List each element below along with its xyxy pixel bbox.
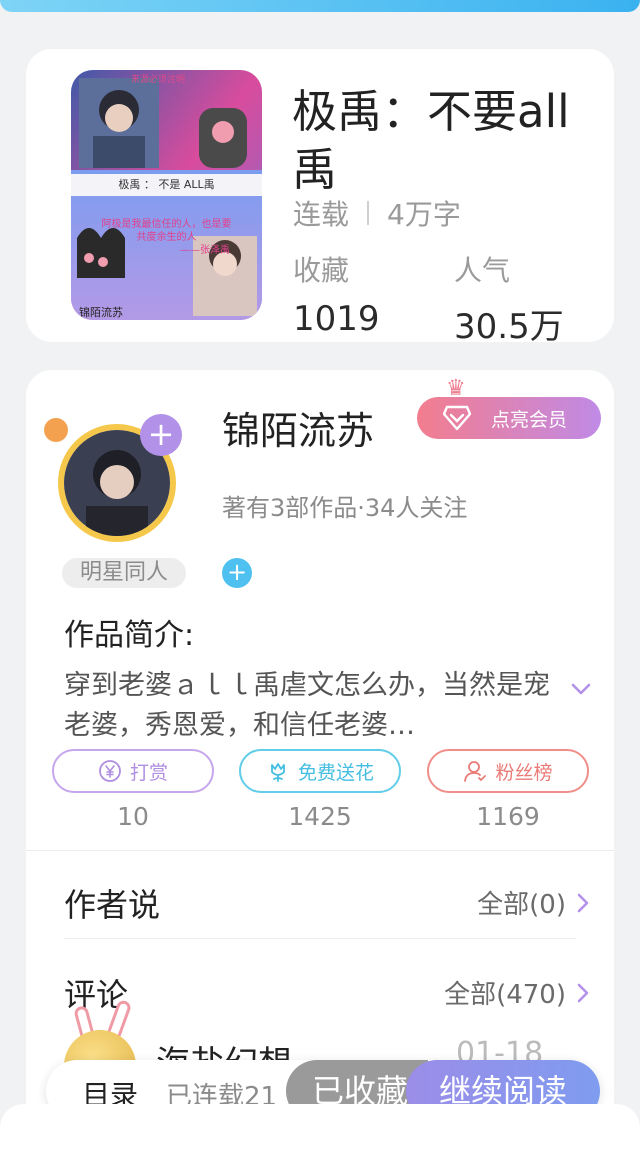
popularity-label: 人气: [454, 254, 511, 287]
fan-ranking-button[interactable]: 粉丝榜: [427, 749, 589, 793]
vip-label: 点亮会员: [491, 408, 568, 431]
cover-footer: 锦陌流苏: [79, 306, 123, 319]
yen-icon: [99, 760, 121, 782]
user-icon: [464, 761, 487, 782]
intro-text[interactable]: 穿到老婆ａｌｌ禹虐文怎么办，当然是宠老婆，秀恩爱，和信任老婆…: [64, 666, 564, 746]
book-cover[interactable]: 来源必须注明 极禹 ： 不是 ALL禹 阿极是我最信任的人，也是要 共度余生的人…: [71, 70, 262, 320]
cover-banner: 极禹 ： 不是 ALL禹: [118, 178, 215, 191]
vip-button[interactable]: 点亮会员: [417, 397, 601, 439]
chevron-right-icon: [577, 983, 589, 1002]
reward-count: 10: [117, 802, 149, 831]
chevron-right-icon: [577, 893, 589, 912]
favorites-label: 收藏: [293, 254, 350, 287]
book-title: 极禹：不要all禹: [292, 85, 570, 196]
author-name[interactable]: 锦陌流苏: [222, 400, 374, 455]
cover-quote-line2: 共度余生的人: [136, 232, 197, 243]
top-strip: [0, 0, 640, 12]
send-flower-label: 免费送花: [297, 761, 374, 784]
diamond-icon: [443, 405, 471, 431]
divider: [64, 938, 576, 939]
bottom-sheet: [0, 1104, 640, 1162]
detail-card: + 锦陌流苏 ♛ 点亮会员 著有3部作品·34人关注 明星同人 + 作品简介: …: [26, 370, 614, 1162]
book-meta: 连载 4万字: [293, 193, 461, 233]
author-meta: 著有3部作品·34人关注: [222, 494, 468, 522]
fan-count: 1169: [476, 802, 540, 831]
popularity-value: 30.5万: [454, 307, 564, 342]
cover-top-text: 来源必须注明: [131, 73, 185, 85]
send-flower-button[interactable]: 免费送花: [239, 749, 401, 793]
comments-link[interactable]: 全部(470): [444, 974, 590, 1011]
cover-quote-line1: 阿极是我最信任的人，也是要: [101, 219, 232, 230]
fan-ranking-label: 粉丝榜: [495, 761, 553, 784]
flower-icon: [271, 763, 285, 782]
comments-all: 全部(470): [444, 980, 566, 1010]
meta-divider: [367, 201, 370, 225]
flower-count: 1425: [288, 802, 352, 831]
favorites-value: 1019: [293, 299, 380, 339]
book-status: 连载: [293, 198, 350, 231]
book-info-card: 来源必须注明 极禹 ： 不是 ALL禹 阿极是我最信任的人，也是要 共度余生的人…: [26, 49, 614, 342]
author-says-link[interactable]: 全部(0): [477, 884, 590, 921]
add-tag-button[interactable]: +: [222, 558, 252, 588]
author-says-title: 作者说: [64, 886, 161, 924]
cover-quote: 阿极是我最信任的人，也是要 共度余生的人 ——张泽禹: [73, 218, 260, 257]
divider: [26, 850, 614, 851]
intro-heading: 作品简介:: [64, 618, 195, 653]
avatar-decoration: [44, 418, 68, 442]
book-word-count: 4万字: [387, 198, 461, 231]
author-says-all: 全部(0): [477, 890, 566, 920]
cover-quote-author: ——张泽禹: [180, 245, 230, 256]
follow-author-button[interactable]: +: [140, 414, 182, 456]
reward-label: 打赏: [129, 761, 168, 784]
genre-tag[interactable]: 明星同人: [62, 558, 187, 588]
reward-button[interactable]: 打赏: [52, 749, 214, 793]
chevron-down-icon[interactable]: [570, 678, 592, 700]
